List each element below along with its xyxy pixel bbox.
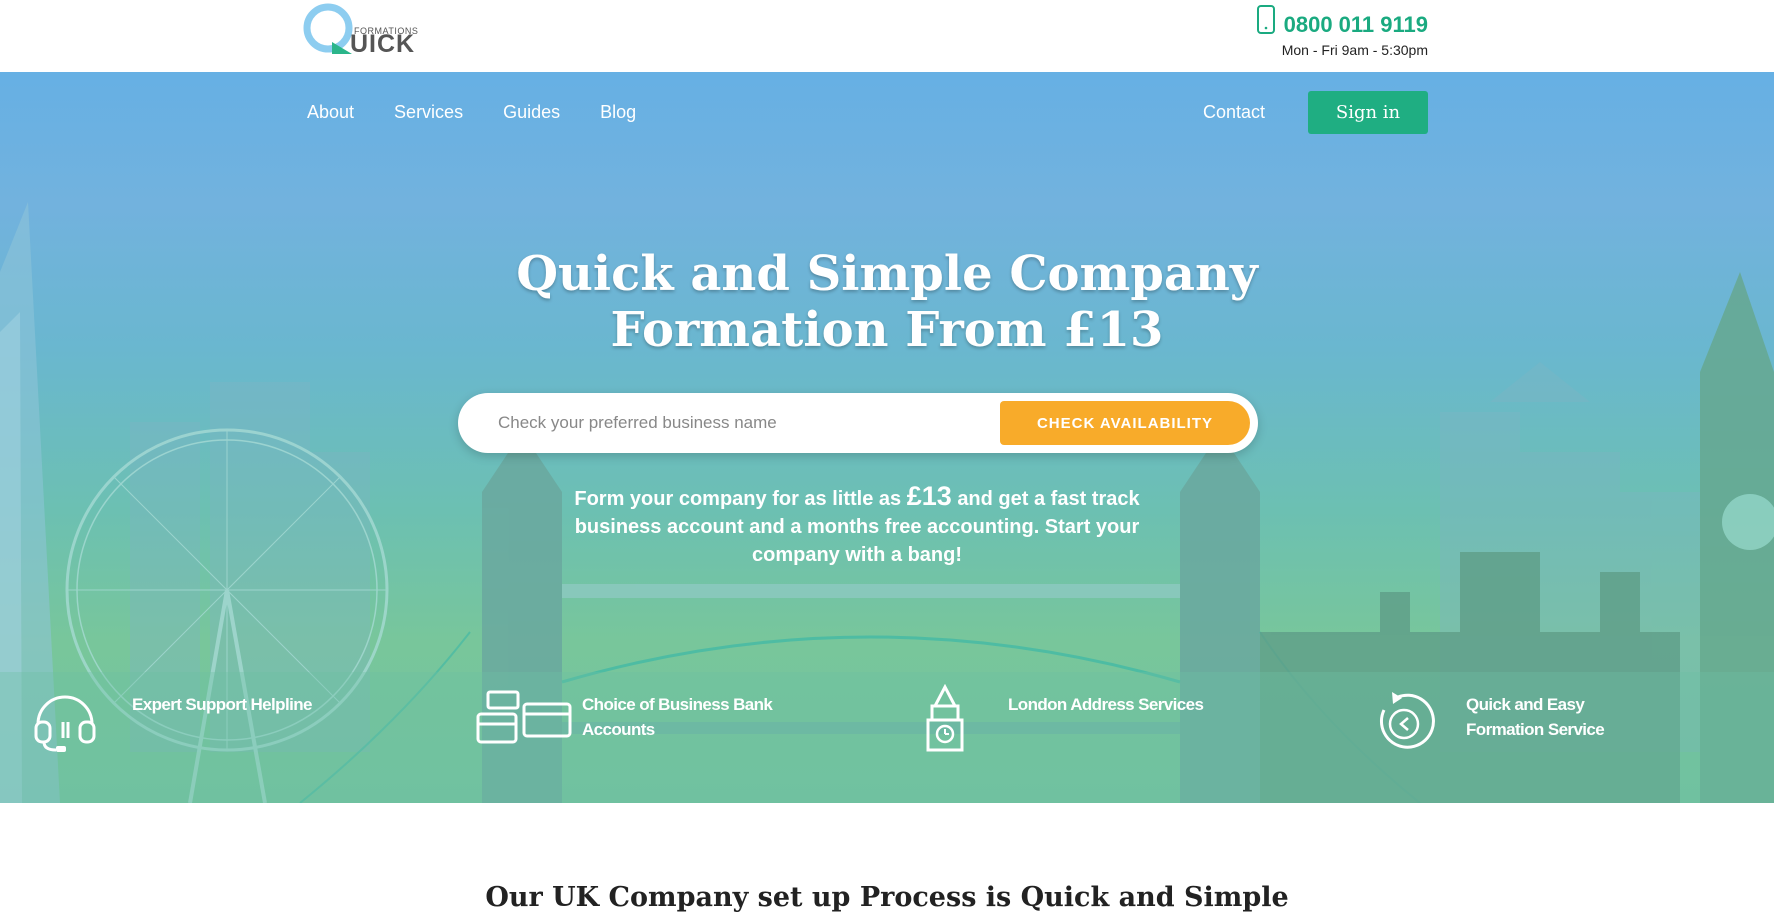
feature-label: Quick and Easy Formation Service xyxy=(1466,695,1605,739)
logo[interactable]: FORMATIONS UICK xyxy=(302,2,420,58)
logo-wordmark: UICK xyxy=(350,30,416,58)
business-name-input[interactable] xyxy=(496,393,1026,453)
feature-strip: Expert Support Helpline Choice of Busine… xyxy=(0,684,1774,770)
sign-in-button[interactable]: Sign in xyxy=(1308,91,1428,134)
clock-tower-icon xyxy=(926,684,964,752)
hero-title-line1: Quick and Simple Company xyxy=(516,246,1258,302)
feature-support: Expert Support Helpline xyxy=(30,690,312,754)
hero-subtitle-price: £13 xyxy=(906,481,952,511)
bank-cards-icon xyxy=(476,690,572,744)
hero-subtitle: Form your company for as little as £13 a… xyxy=(537,482,1177,569)
mobile-phone-icon xyxy=(1256,5,1275,34)
hero-title: Quick and Simple Company Formation From … xyxy=(387,246,1387,358)
opening-hours: Mon - Fri 9am - 5:30pm xyxy=(1281,42,1428,58)
check-availability-button[interactable]: CHECK AVAILABILITY xyxy=(1000,401,1250,445)
feature-london-address: London Address Services xyxy=(920,684,1204,754)
feature-label: Expert Support Helpline xyxy=(132,695,312,714)
headset-icon xyxy=(34,695,96,752)
nav-contact[interactable]: Contact xyxy=(1203,102,1265,123)
nav-services[interactable]: Services xyxy=(394,102,463,123)
business-name-search: CHECK AVAILABILITY xyxy=(458,393,1258,453)
nav-guides[interactable]: Guides xyxy=(503,102,560,123)
refresh-arrow-icon xyxy=(1379,692,1435,749)
phone-block: 0800 011 9119 Mon - Fri 9am - 5:30pm xyxy=(1256,2,1428,58)
hero-title-line2: Formation From £13 xyxy=(610,302,1164,358)
feature-label: Choice of Business Bank Accounts xyxy=(582,695,773,739)
nav-blog[interactable]: Blog xyxy=(600,102,636,123)
feature-bank-accounts: Choice of Business Bank Accounts xyxy=(476,690,782,754)
top-bar: FORMATIONS UICK 0800 011 9119 Mon - Fri … xyxy=(0,0,1774,72)
nav-about[interactable]: About xyxy=(307,102,354,123)
phone-number[interactable]: 0800 011 9119 xyxy=(1284,2,1428,38)
feature-formation-service: Quick and Easy Formation Service xyxy=(1372,690,1666,754)
hero-subtitle-start: Form your company for as little as xyxy=(574,488,902,510)
main-nav: About Services Guides Blog xyxy=(307,102,636,123)
feature-label: London Address Services xyxy=(1008,695,1204,714)
hero-section: About Services Guides Blog Contact Sign … xyxy=(0,72,1774,803)
process-section-title: Our UK Company set up Process is Quick a… xyxy=(485,882,1289,913)
